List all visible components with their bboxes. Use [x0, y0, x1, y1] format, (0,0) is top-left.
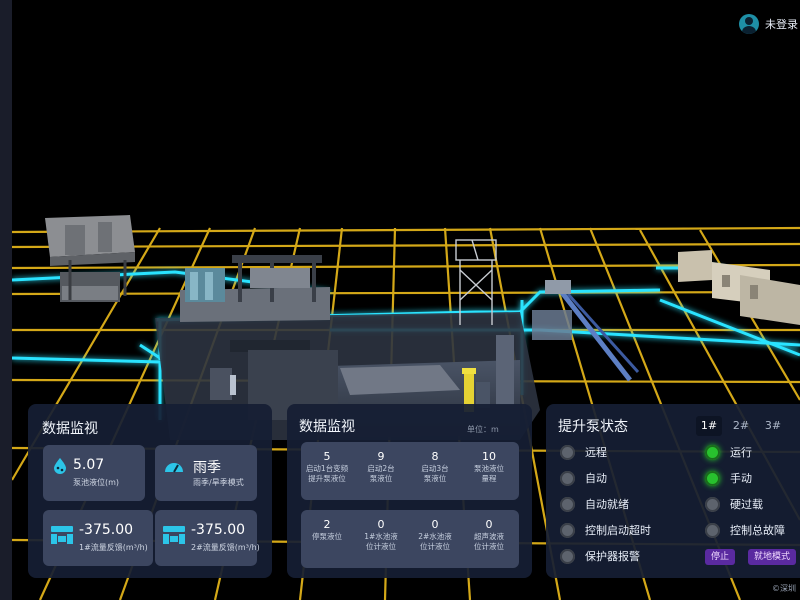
status-label: 手动: [730, 472, 752, 485]
level-cell-label: 2#水池液: [418, 532, 452, 541]
level-cell-value: 0: [431, 518, 439, 531]
flow1-value: -375.00: [79, 522, 134, 538]
threshold-value: 9: [377, 450, 385, 463]
levels-card: 2 停泵液位 0 1#水池液 位计液位 0 2#水池液 位计液位 0 超声波液 …: [301, 510, 519, 568]
user-login[interactable]: 未登录: [739, 14, 800, 34]
login-status: 未登录: [765, 18, 798, 31]
flow1-label: 1#流量反馈(m³/h): [79, 543, 148, 552]
flow-meter-icon: [51, 526, 73, 544]
status-label: 保护器报警: [585, 550, 640, 563]
threshold-cell: 8 启动3台 泵液位: [410, 450, 460, 484]
tab-pump-3[interactable]: 3#: [760, 416, 786, 436]
level-cell: 2 停泵液位: [302, 518, 352, 542]
threshold-cell: 9 启动2台 泵液位: [356, 450, 406, 484]
status-label: 硬过载: [730, 498, 763, 511]
data-monitor-panel-1: 数据监视 5.07 泵池液位(m) 雨季 雨季/旱季模式 -375.00 1#流…: [28, 404, 272, 578]
status-remote: 远程: [560, 444, 607, 460]
status-manual: 手动: [705, 470, 752, 486]
flow2-value: -375.00: [191, 522, 246, 538]
flow2-card: -375.00 2#流量反馈(m³/h): [155, 510, 260, 566]
status-auto-ready: 自动就绪: [560, 496, 629, 512]
status-indicator-icon: [560, 444, 575, 460]
level-cell: 0 1#水池液 位计液位: [356, 518, 406, 552]
season-label: 雨季/旱季模式: [193, 478, 244, 487]
threshold-value: 10: [482, 450, 496, 463]
status-label: 控制总故障: [730, 524, 785, 537]
status-indicator-icon: [560, 548, 575, 564]
threshold-label: 泵液位: [423, 474, 447, 483]
status-label: 自动就绪: [585, 498, 629, 511]
status-label: 自动: [585, 472, 607, 485]
status-indicator-icon: [705, 522, 720, 538]
level-cell-label: 超声波液: [474, 532, 504, 541]
data-monitor-panel-2: 数据监视 单位：m 5 启动1台变频 提升泵液位 9 启动2台 泵液位 8 启动…: [287, 404, 532, 578]
status-auto: 自动: [560, 470, 607, 486]
level-cell-value: 2: [323, 518, 331, 531]
threshold-label: 启动2台: [367, 464, 395, 473]
level-cell-label: 位计液位: [420, 542, 450, 551]
local-mode-button[interactable]: 就地模式: [748, 549, 797, 565]
status-label: 远程: [585, 446, 607, 459]
status-indicator-icon: [705, 496, 720, 512]
level-card: 5.07 泵池液位(m): [43, 445, 145, 501]
level-cell: 0 超声波液 位计液位: [464, 518, 514, 552]
status-indicator-icon: [705, 470, 720, 486]
status-indicator-icon: [560, 522, 575, 538]
status-indicator-icon: [560, 496, 575, 512]
pump-status-title: 提升泵状态: [558, 419, 628, 435]
season-value: 雨季: [193, 460, 221, 476]
threshold-label: 启动3台: [421, 464, 449, 473]
watermark: ©深圳: [772, 584, 796, 593]
level-cell-value: 0: [485, 518, 493, 531]
flow1-card: -375.00 1#流量反馈(m³/h): [43, 510, 153, 566]
status-indicator-icon: [705, 444, 720, 460]
level-cell-label: 位计液位: [474, 542, 504, 551]
tab-pump-1[interactable]: 1#: [696, 416, 722, 436]
tab-pump-2[interactable]: 2#: [728, 416, 754, 436]
level-cell-label: 1#水池液: [364, 532, 398, 541]
threshold-label: 泵液位: [369, 474, 393, 483]
status-label: 运行: [730, 446, 752, 459]
panel-1-title: 数据监视: [42, 421, 98, 437]
user-avatar-icon: [739, 14, 759, 34]
panel-2-title: 数据监视: [299, 419, 355, 435]
status-start-timeout: 控制启动超时: [560, 522, 651, 538]
level-label: 泵池液位(m): [73, 478, 120, 487]
thresholds-card: 5 启动1台变频 提升泵液位 9 启动2台 泵液位 8 启动3台 泵液位 10 …: [301, 442, 519, 500]
threshold-label: 启动1台变频: [305, 464, 349, 473]
status-running: 运行: [705, 444, 752, 460]
threshold-value: 8: [431, 450, 439, 463]
level-value: 5.07: [73, 457, 105, 473]
status-indicator-icon: [560, 470, 575, 486]
threshold-cell: 10 泵池液位 量程: [464, 450, 514, 484]
threshold-value: 5: [323, 450, 331, 463]
status-protector-alarm: 保护器报警: [560, 548, 640, 564]
season-card: 雨季 雨季/旱季模式: [155, 445, 257, 501]
gauge-icon: [165, 463, 183, 473]
level-cell-label: 停泵液位: [312, 532, 342, 541]
stop-button[interactable]: 停止: [705, 549, 736, 565]
flow2-label: 2#流量反馈(m³/h): [191, 543, 260, 552]
status-hard-overload: 硬过载: [705, 496, 763, 512]
threshold-label: 泵池液位: [474, 464, 504, 473]
threshold-label: 提升泵液位: [308, 474, 346, 483]
level-cell-value: 0: [377, 518, 385, 531]
flow-meter-icon: [163, 526, 185, 544]
left-edge-bar: [0, 0, 12, 600]
water-drop-icon: [54, 458, 66, 474]
threshold-cell: 5 启动1台变频 提升泵液位: [302, 450, 352, 484]
threshold-label: 量程: [481, 474, 497, 483]
status-control-fault: 控制总故障: [705, 522, 785, 538]
level-cell: 0 2#水池液 位计液位: [410, 518, 460, 552]
control-building: [45, 215, 135, 302]
level-cell-label: 位计液位: [366, 542, 396, 551]
status-label: 控制启动超时: [585, 524, 651, 537]
unit-label: 单位：m: [467, 425, 499, 434]
